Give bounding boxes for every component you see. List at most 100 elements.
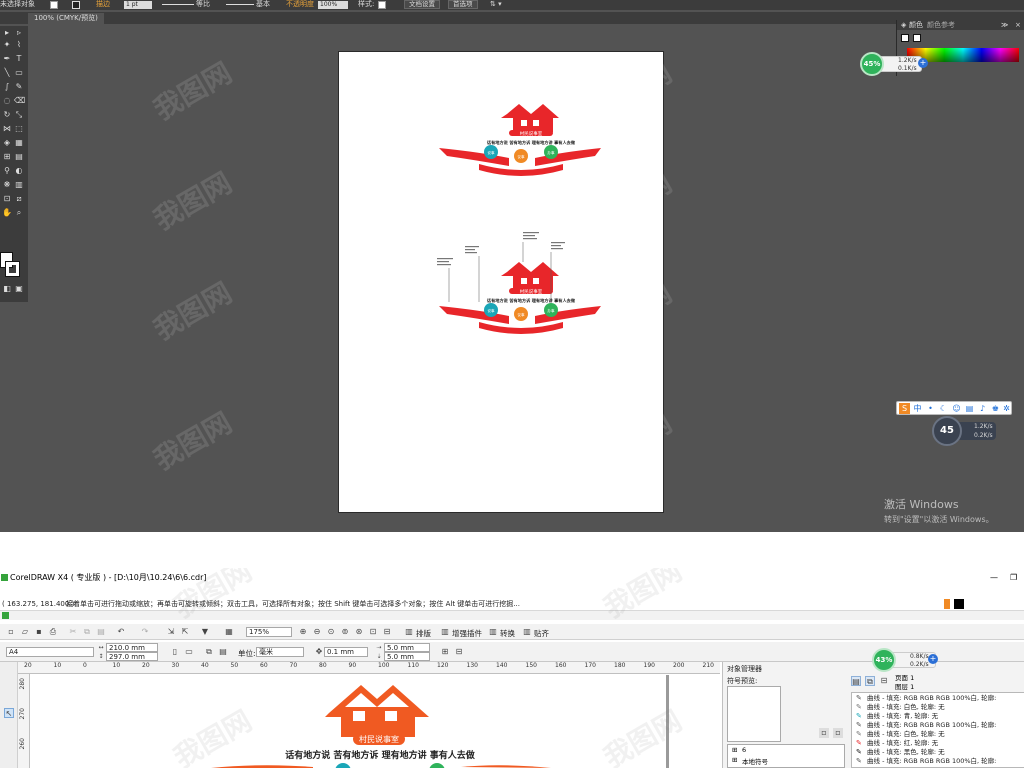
tree-page-node[interactable]: 6 — [742, 746, 746, 754]
ime-chinese-icon[interactable]: 中 — [912, 403, 923, 414]
tree-local-symbols[interactable]: 本地符号 — [742, 756, 768, 766]
color-fill-indicator[interactable] — [901, 34, 909, 42]
hand-tool-icon[interactable]: ✋ — [2, 208, 12, 218]
all-pages-icon[interactable]: ⧉ — [204, 647, 214, 657]
list-item[interactable]: ✎ 曲线 - 填充: 红, 轮廓: 无 — [856, 739, 938, 748]
document-icon[interactable] — [2, 612, 9, 619]
lasso-tool-icon[interactable]: ⌇ — [14, 40, 24, 50]
application-launcher-icon[interactable]: ▼ — [200, 627, 210, 637]
shape-builder-tool-icon[interactable]: ◈ — [2, 138, 12, 148]
rectangle-tool-icon[interactable]: ▭ — [14, 68, 24, 78]
convert-label[interactable]: 转换 — [500, 628, 515, 639]
cut-icon[interactable]: ✂ — [68, 627, 78, 637]
zoom-level-select[interactable]: 175% — [246, 627, 292, 637]
page-size-select[interactable]: A4 — [6, 647, 94, 657]
profile-label[interactable]: 等比 — [196, 0, 210, 9]
ime-keyboard-icon[interactable]: ▤ — [964, 403, 975, 414]
blend-tool-icon[interactable]: ◐ — [14, 166, 24, 176]
list-item[interactable]: ✎ 曲线 - 填充: 黑色, 轮廓: 无 — [856, 748, 945, 757]
show-properties-icon[interactable]: ▤ — [851, 676, 861, 686]
zoom-all-icon[interactable]: ⊚ — [340, 627, 350, 637]
welcome-screen-icon[interactable]: ▦ — [224, 627, 234, 637]
stroke-label[interactable]: 描边 — [96, 0, 110, 9]
pen-tool-icon[interactable]: ✒ — [2, 54, 12, 64]
edit-across-layers-icon[interactable]: ⧉ — [865, 676, 875, 686]
symbol-remove-icon[interactable]: ▫ — [833, 728, 843, 738]
ime-settings-icon[interactable]: ✲ — [1001, 403, 1012, 414]
eraser-tool-icon[interactable]: ⌫ — [14, 96, 25, 106]
zoom-selected-icon[interactable]: ⊙ — [326, 627, 336, 637]
page-height-field[interactable]: 297.0 mm — [106, 652, 158, 661]
page-width-field[interactable]: 210.0 mm — [106, 643, 158, 652]
ime-moon-icon[interactable]: ☾ — [938, 403, 949, 414]
zoom-out-icon[interactable]: ⊖ — [312, 627, 322, 637]
ime-skin-icon[interactable]: ♚ — [990, 403, 1001, 414]
duplicate-distance-y-field[interactable]: 5.0 mm — [384, 652, 430, 661]
free-transform-tool-icon[interactable]: ⬚ — [14, 124, 24, 134]
perspective-grid-tool-icon[interactable]: ▦ — [14, 138, 24, 148]
zoom-tool-icon[interactable]: ⌕ — [14, 208, 24, 218]
landscape-icon[interactable]: ▭ — [184, 647, 194, 657]
opacity-label[interactable]: 不透明度 — [286, 0, 314, 9]
paste-icon[interactable]: ▤ — [96, 627, 106, 637]
speed-boost-icon[interactable]: + — [928, 654, 938, 664]
page-options-icon[interactable]: ⊟ — [454, 647, 464, 657]
stroke-swatch[interactable] — [5, 261, 20, 277]
network-speed-widget[interactable]: 45% 1.2K/s 0.1K/s + — [858, 52, 930, 76]
new-document-icon[interactable]: ▫ — [6, 627, 16, 637]
network-speed-widget-3[interactable]: 43% 0.8K/s 0.2K/s + — [872, 648, 942, 672]
vertical-ruler[interactable]: 280 270 260 — [18, 674, 30, 768]
duplicate-distance-x-field[interactable]: 5.0 mm — [384, 643, 430, 652]
rotate-tool-icon[interactable]: ↻ — [2, 110, 12, 120]
input-method-tray[interactable]: S 中 • ☾ ☺ ▤ ♪ ♚ ✲ — [896, 401, 1012, 415]
unit-select[interactable]: 毫米 — [256, 647, 304, 657]
brush-label[interactable]: 基本 — [256, 0, 270, 9]
layer-node[interactable]: 图层 1 — [895, 681, 914, 691]
current-page-icon[interactable]: ▤ — [218, 647, 228, 657]
close-panel-icon[interactable]: × — [1015, 20, 1021, 30]
scale-tool-icon[interactable]: ⤡ — [14, 110, 24, 120]
export-icon[interactable]: ⇱ — [180, 627, 190, 637]
screen-mode-icon[interactable]: ▣ — [14, 284, 24, 294]
paste-snap-icon[interactable]: ▥ — [522, 627, 532, 637]
convert-icon[interactable]: ▥ — [488, 627, 498, 637]
list-item[interactable]: ✎ 曲线 - 填充: 白色, 轮廓: 无 — [856, 703, 945, 712]
eyedropper-tool-icon[interactable]: ⚲ — [2, 166, 12, 176]
list-item[interactable]: ✎ 曲线 - 填充: RGB RGB RGB 100%白, 轮廓: — [856, 721, 996, 730]
type-tool-icon[interactable]: T — [14, 54, 24, 64]
width-tool-icon[interactable]: ⋈ — [2, 124, 12, 134]
document-tab[interactable]: 100% (CMYK/预览) — [28, 13, 104, 24]
list-item[interactable]: ✎ 曲线 - 填充: RGB RGB RGB 100%白, 轮廓: — [856, 694, 996, 703]
redo-icon[interactable]: ↷ — [140, 627, 150, 637]
layout-label[interactable]: 排版 — [416, 628, 431, 639]
ime-emoji-icon[interactable]: ☺ — [951, 403, 962, 414]
arrange-documents-icon[interactable]: ⇅ ▾ — [490, 0, 502, 9]
network-speed-widget-2[interactable]: 45 1.2K/s 0.2K/s — [932, 416, 998, 446]
zoom-width-icon[interactable]: ⊡ — [368, 627, 378, 637]
blob-brush-tool-icon[interactable]: ◌ — [2, 96, 12, 106]
outline-color-swatch[interactable] — [954, 599, 964, 609]
gradient-tool-icon[interactable]: ▤ — [14, 152, 24, 162]
list-item[interactable]: ✎ 曲线 - 填充: RGB RGB RGB 100%白, 轮廓: — [856, 757, 996, 766]
layout-icon[interactable]: ▥ — [404, 627, 414, 637]
print-icon[interactable]: ⎙ — [48, 627, 58, 637]
color-stroke-indicator[interactable] — [913, 34, 921, 42]
restore-icon[interactable]: ❐ — [1010, 568, 1017, 588]
paste-snap-label[interactable]: 贴齐 — [534, 628, 549, 639]
magic-wand-tool-icon[interactable]: ✦ — [2, 40, 12, 50]
selection-tool-icon[interactable]: ▸ — [2, 28, 12, 38]
tab-color[interactable]: 颜色 — [909, 20, 923, 30]
opacity-field[interactable]: 100% — [318, 1, 348, 9]
slice-tool-icon[interactable]: ⧄ — [14, 194, 24, 204]
line-tool-icon[interactable]: ╲ — [2, 68, 12, 78]
preferences-button[interactable]: 首选项 — [448, 0, 478, 9]
undo-icon[interactable]: ↶ — [116, 627, 126, 637]
symbol-sprayer-tool-icon[interactable]: ❋ — [2, 180, 12, 190]
save-icon[interactable]: ▪ — [34, 627, 44, 637]
nudge-distance-field[interactable]: 0.1 mm — [324, 647, 368, 657]
list-item[interactable]: ✎ 曲线 - 填充: 白色, 轮廓: 无 — [856, 730, 945, 739]
tree-expand-icon[interactable]: ⊞ — [732, 756, 737, 764]
mesh-tool-icon[interactable]: ⊞ — [2, 152, 12, 162]
artboard-tool-icon[interactable]: ⊡ — [2, 194, 12, 204]
pencil-tool-icon[interactable]: ✎ — [14, 82, 24, 92]
